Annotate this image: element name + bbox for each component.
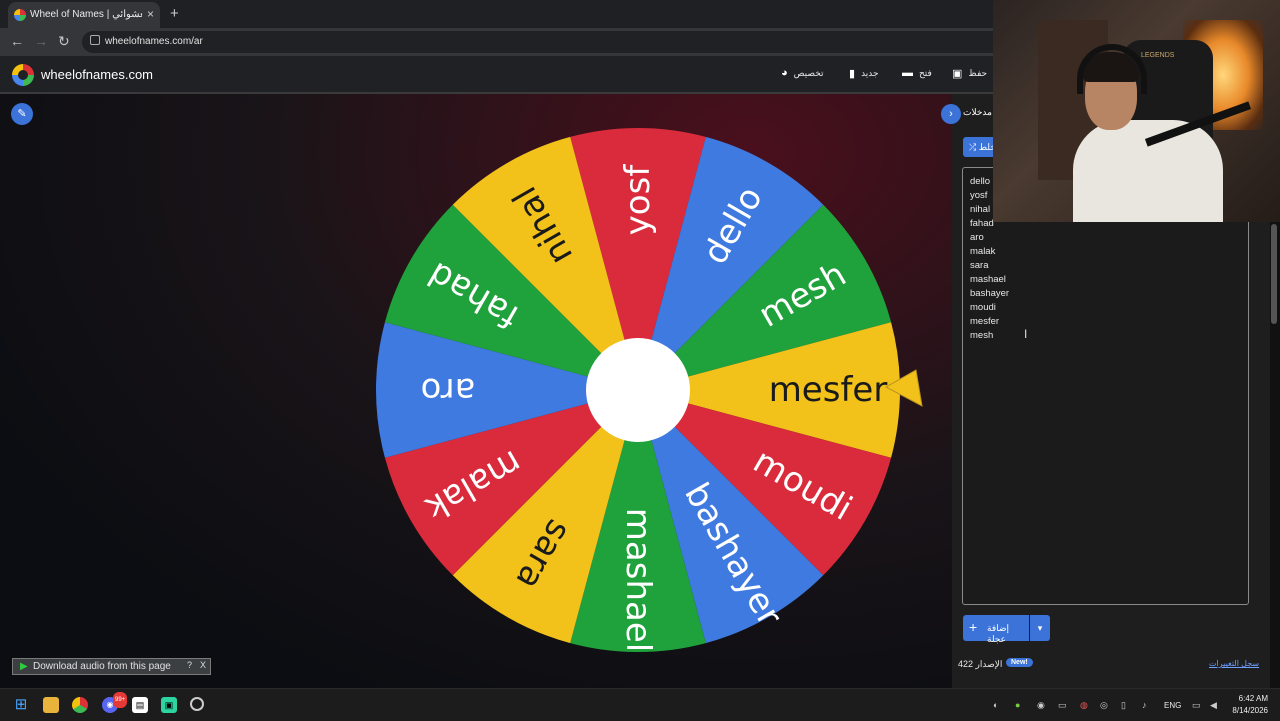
entry-item[interactable]: nihal bbox=[970, 204, 990, 215]
reload-button[interactable]: ↻ bbox=[58, 33, 70, 50]
wheel-slice-label: mesfer bbox=[769, 370, 888, 410]
new-label: جديد bbox=[861, 68, 879, 78]
plus-icon: + bbox=[969, 619, 978, 635]
download-audio-bar[interactable]: ▶ Download audio from this page ? X bbox=[12, 658, 211, 675]
new-badge: New! bbox=[1006, 658, 1033, 667]
palette-icon: ◕ bbox=[781, 67, 788, 79]
customize-button[interactable]: ◕ تخصيص bbox=[781, 67, 824, 79]
webcam-overlay: LEGENDS bbox=[993, 0, 1280, 222]
wheel-slice-label: yosf bbox=[618, 164, 658, 236]
open-button[interactable]: ▬ فتح bbox=[902, 67, 932, 79]
entry-item[interactable]: mesh bbox=[970, 330, 993, 341]
back-button[interactable]: ← bbox=[10, 33, 24, 49]
chrome-icon[interactable] bbox=[72, 697, 88, 713]
windows-start-icon[interactable]: ⊞ bbox=[13, 697, 29, 713]
file-icon: ▮ bbox=[849, 68, 856, 80]
close-icon[interactable]: X bbox=[200, 660, 206, 670]
tray-icon-7[interactable]: ▯ bbox=[1121, 700, 1126, 711]
entry-item[interactable]: malak bbox=[970, 246, 995, 257]
add-wheel-label: إضافة عجلة bbox=[987, 623, 1010, 644]
wheel[interactable]: yosf dellomeshmesfermoudibashayermashaels… bbox=[370, 122, 910, 662]
version-label: الإصدار 422 bbox=[958, 659, 1003, 669]
save-button[interactable]: ▣ حفظ bbox=[952, 67, 987, 80]
site-settings-icon[interactable] bbox=[90, 35, 100, 45]
site-logo-text[interactable]: wheelofnames.com bbox=[41, 67, 153, 82]
entry-item[interactable]: mesfer bbox=[970, 316, 999, 327]
wheel-slice-label: mashael bbox=[618, 508, 658, 652]
tab-close-icon[interactable]: × bbox=[147, 7, 154, 21]
tray-icon-4[interactable]: ▭ bbox=[1058, 700, 1067, 711]
scrollbar-thumb[interactable] bbox=[1271, 224, 1277, 324]
network-icon[interactable]: ▭ bbox=[1192, 700, 1201, 711]
text-cursor-icon: I bbox=[1024, 327, 1028, 341]
wheel-favicon-icon bbox=[14, 9, 26, 21]
taskbar: ⊞ ◉ 99+ ▤ ▣ ◐ ● ◉ ▭ ◍ ◎ ▯ ♪ ENG ▭ ◀ 6:42… bbox=[0, 688, 1280, 721]
entry-item[interactable]: yosf bbox=[970, 190, 987, 201]
entry-item[interactable]: aro bbox=[970, 232, 984, 243]
logo-icon[interactable] bbox=[12, 64, 34, 86]
webcam-person-body bbox=[1073, 120, 1223, 222]
add-wheel-dropdown[interactable]: ▾ bbox=[1030, 615, 1050, 641]
tray-discord-icon[interactable]: ◉ bbox=[1037, 700, 1045, 711]
tab-title: Wheel of Names | اسم العشوائي bbox=[30, 9, 142, 20]
tray-icon-6[interactable]: ◎ bbox=[1100, 700, 1108, 711]
open-label: فتح bbox=[919, 67, 932, 78]
url-text: wheelofnames.com/ar bbox=[105, 36, 203, 47]
tab-entries[interactable]: مدخلات bbox=[963, 107, 992, 118]
play-icon: ▶ bbox=[20, 661, 28, 672]
chair-brand-label: LEGENDS bbox=[1141, 52, 1175, 59]
discord-badge: 99+ bbox=[113, 692, 128, 708]
wheel-pointer-icon bbox=[884, 369, 923, 407]
browser-tab[interactable]: Wheel of Names | اسم العشوائي × bbox=[8, 2, 160, 28]
entry-item[interactable]: sara bbox=[970, 260, 988, 271]
collapse-panel-chevron-icon[interactable]: › bbox=[941, 104, 961, 124]
app-icon-green[interactable]: ▣ bbox=[161, 697, 177, 713]
entry-item[interactable]: mashael bbox=[970, 274, 1006, 285]
help-icon[interactable]: ? bbox=[187, 660, 192, 670]
download-audio-label[interactable]: Download audio from this page bbox=[33, 661, 171, 672]
language-indicator[interactable]: ENG bbox=[1164, 701, 1181, 710]
entry-item[interactable]: dello bbox=[970, 176, 990, 187]
add-wheel-button[interactable]: + إضافة عجلة bbox=[963, 615, 1029, 644]
save-label: حفظ bbox=[968, 68, 988, 78]
new-button[interactable]: ▮ جديد bbox=[849, 67, 879, 80]
changelog-link[interactable]: سجل التغييرات bbox=[1209, 659, 1259, 668]
forward-button[interactable]: → bbox=[34, 33, 48, 49]
volume-icon[interactable]: ◀ bbox=[1210, 700, 1217, 711]
tray-icon-5[interactable]: ◍ bbox=[1080, 700, 1088, 711]
app-icon[interactable]: ▤ bbox=[132, 697, 148, 713]
shuffle-icon: ⤮ bbox=[969, 142, 977, 152]
folder-icon: ▬ bbox=[902, 67, 913, 79]
edit-pencil-icon[interactable]: ✎ bbox=[11, 103, 33, 125]
tray-icon-2[interactable]: ● bbox=[1015, 700, 1020, 710]
microphone-icon[interactable]: ♪ bbox=[1142, 700, 1147, 710]
clock-date[interactable]: 8/14/2026 bbox=[1222, 706, 1268, 715]
entry-item[interactable]: moudi bbox=[970, 302, 996, 313]
save-icon: ▣ bbox=[952, 68, 963, 80]
entry-item[interactable]: bashayer bbox=[970, 288, 1009, 299]
tray-icon-1[interactable]: ◐ bbox=[993, 700, 998, 710]
wheel-center-hub[interactable] bbox=[586, 338, 690, 442]
customize-label: تخصيص bbox=[793, 67, 824, 78]
entry-item[interactable]: fahad bbox=[970, 218, 994, 229]
obs-icon[interactable] bbox=[190, 697, 204, 711]
file-explorer-icon[interactable] bbox=[43, 697, 59, 713]
clock-time[interactable]: 6:42 AM bbox=[1228, 694, 1268, 703]
entries-textarea[interactable]: dello yosf nihal fahad aro malak sara mashael ba… bbox=[962, 167, 1249, 605]
new-tab-button[interactable]: + bbox=[170, 5, 179, 22]
wheel-slice-label: aro bbox=[421, 370, 476, 410]
